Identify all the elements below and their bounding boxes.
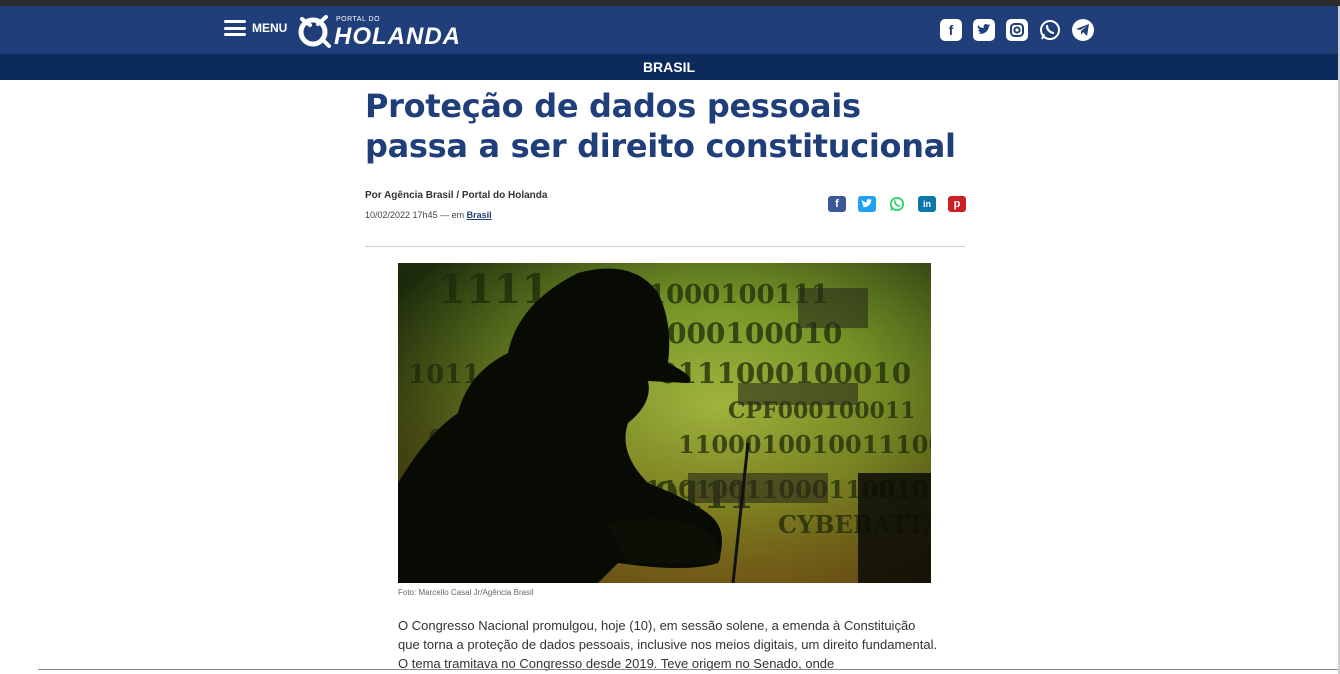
share-whatsapp-icon[interactable] xyxy=(888,196,906,212)
article-byline: Por Agência Brasil / Portal do Holanda xyxy=(365,190,548,201)
article-body: O Congresso Nacional promulgou, hoje (10… xyxy=(398,618,938,671)
share-twitter-icon[interactable] xyxy=(858,196,876,212)
whatsapp-icon[interactable] xyxy=(1039,19,1061,41)
twitter-icon[interactable] xyxy=(973,19,995,41)
site-header: MENU PORTAL DO HOLANDA f xyxy=(0,6,1338,54)
article-dateline: 10/02/2022 17h45 — em Brasil xyxy=(365,210,492,220)
share-pinterest-icon[interactable]: p xyxy=(948,196,966,212)
share-bar: f in p xyxy=(828,196,966,212)
menu-label: MENU xyxy=(252,21,288,35)
instagram-icon[interactable] xyxy=(1006,19,1028,41)
logo-small-text: PORTAL DO xyxy=(336,16,381,23)
divider xyxy=(365,246,965,247)
article-title: Proteção de dados pessoais passa a ser d… xyxy=(365,87,956,165)
hacker-silhouette-image: 1111 1000100111 11000100010 011100010001… xyxy=(398,263,931,583)
social-links: f xyxy=(940,19,1094,41)
share-linkedin-icon[interactable]: in xyxy=(918,196,936,212)
article-header: Proteção de dados pessoais passa a ser d… xyxy=(365,86,965,166)
svg-text:1100010010011100: 1100010010011100 xyxy=(678,430,931,459)
share-facebook-icon[interactable]: f xyxy=(828,196,846,212)
logo-text: HOLANDA xyxy=(334,23,461,50)
article-date: 10/02/2022 17h45 — em xyxy=(365,210,465,220)
menu-button[interactable]: MENU xyxy=(224,20,287,36)
logo-mark-icon xyxy=(298,15,331,48)
section-link[interactable]: Brasil xyxy=(467,210,492,220)
page-bottom-edge xyxy=(38,669,1338,670)
category-bar[interactable]: BRASIL xyxy=(0,54,1338,80)
facebook-icon[interactable]: f xyxy=(940,19,962,41)
hamburger-icon xyxy=(224,20,246,36)
site-logo[interactable]: PORTAL DO HOLANDA xyxy=(296,13,460,50)
svg-text:1011: 1011 xyxy=(408,360,480,390)
telegram-icon[interactable] xyxy=(1072,19,1094,41)
photo-caption: Foto: Marcello Casal Jr/Agência Brasil xyxy=(398,588,534,597)
article-photo: 1111 1000100111 11000100010 011100010001… xyxy=(398,263,931,583)
